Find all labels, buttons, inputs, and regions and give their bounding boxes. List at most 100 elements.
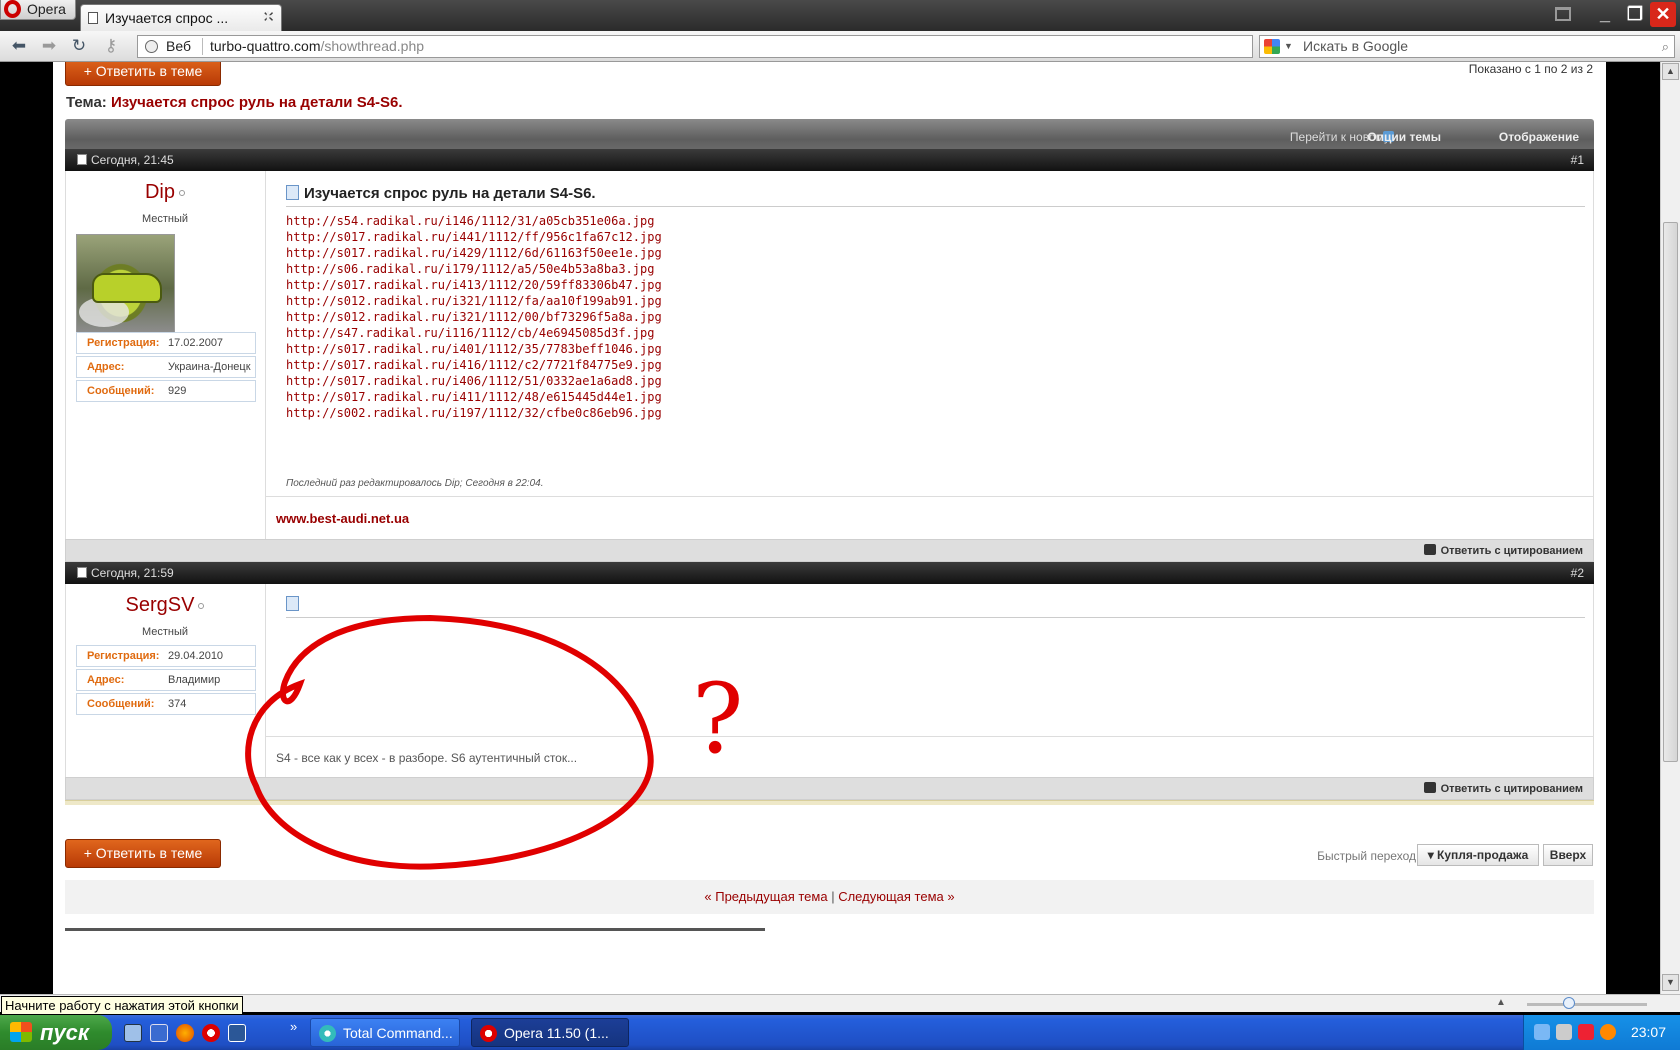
display-mode-menu[interactable]: Отображение <box>1499 130 1579 144</box>
info-registration: Регистрация: 29.04.2010 <box>76 645 256 667</box>
search-icon[interactable]: ⌕ <box>1662 36 1669 57</box>
post-title <box>286 596 304 613</box>
info-key: Сообщений: <box>87 698 155 710</box>
thread-options-menu[interactable]: Опции темы <box>1367 130 1441 144</box>
image-link[interactable]: http://s017.radikal.ru/i401/1112/35/7783… <box>286 341 662 357</box>
address-bar: ⬅ ➡ ↻ ⚷ Веб turbo-quattro.com/showthread… <box>0 31 1680 62</box>
word-icon[interactable] <box>228 1024 246 1042</box>
trash-icon[interactable] <box>1555 7 1571 21</box>
status-bar: ▲ <box>0 994 1680 1012</box>
image-link[interactable]: http://s47.radikal.ru/i116/1112/cb/4e694… <box>286 325 662 341</box>
minimize-button[interactable]: _ <box>1592 2 1618 27</box>
image-link[interactable]: http://s017.radikal.ru/i411/1112/48/e615… <box>286 389 662 405</box>
url-path: /showthread.php <box>320 38 425 54</box>
zoom-slider[interactable] <box>1527 1003 1647 1006</box>
new-tab-button[interactable]: + <box>262 6 274 29</box>
quick-nav-value: Купля-продажа <box>1437 848 1529 862</box>
scroll-thumb[interactable] <box>1663 222 1678 762</box>
volume-icon[interactable] <box>1578 1024 1594 1040</box>
image-link[interactable]: http://s002.radikal.ru/i197/1112/32/cfbe… <box>286 405 662 421</box>
user-title: Местный <box>141 213 189 225</box>
opera-menu-button[interactable]: Opera <box>0 0 76 20</box>
image-link[interactable]: http://s017.radikal.ru/i416/1112/c2/7721… <box>286 357 662 373</box>
user-title: Местный <box>141 626 189 638</box>
thread-title-text[interactable]: Изучается спрос руль на детали S4-S6. <box>111 94 403 111</box>
edited-note: Последний раз редактировалось Dip; Сегод… <box>286 478 544 489</box>
image-link[interactable]: http://s012.radikal.ru/i321/1112/00/bf73… <box>286 309 662 325</box>
info-value: 29.04.2010 <box>168 650 224 662</box>
pagination-info: Показано с 1 по 2 из 2 <box>1468 62 1593 76</box>
quick-nav-select[interactable]: ▾ Купля-продажа <box>1417 844 1539 866</box>
info-address: Адрес: Владимир <box>76 669 256 691</box>
username[interactable]: SergSV <box>66 594 264 617</box>
post-footer: Ответить с цитированием <box>65 539 1594 562</box>
google-icon[interactable] <box>1264 39 1280 54</box>
update-icon[interactable] <box>1600 1024 1616 1040</box>
key-icon[interactable]: ⚷ <box>100 35 122 57</box>
url-field[interactable]: Веб turbo-quattro.com/showthread.php <box>137 35 1253 58</box>
username-text[interactable]: Dip <box>145 181 175 203</box>
chevron-right-icon[interactable]: » <box>290 1019 297 1034</box>
reload-icon[interactable]: ↻ <box>68 35 90 57</box>
close-window-button[interactable]: ✕ <box>1650 2 1676 27</box>
search-input[interactable]: ▼ Искать в Google ⌕ <box>1259 35 1675 58</box>
page-viewport: + Ответить в теме Показано с 1 по 2 из 2… <box>0 62 1660 994</box>
firefox-icon[interactable] <box>176 1024 194 1042</box>
reply-with-quote-button[interactable]: Ответить с цитированием <box>1423 544 1583 557</box>
info-key: Сообщений: <box>87 385 155 397</box>
image-link[interactable]: http://s06.radikal.ru/i179/1112/a5/50e4b… <box>286 261 662 277</box>
image-link[interactable]: http://s017.radikal.ru/i429/1112/6d/6116… <box>286 245 662 261</box>
post-content <box>276 584 1595 734</box>
status-arrow-icon[interactable]: ▲ <box>1496 997 1506 1008</box>
opera-icon[interactable] <box>202 1024 220 1042</box>
system-tray: 23:07 <box>1523 1015 1680 1050</box>
image-link[interactable]: http://s017.radikal.ru/i406/1112/51/0332… <box>286 373 662 389</box>
image-link[interactable]: http://s54.radikal.ru/i146/1112/31/a05cb… <box>286 213 662 229</box>
avatar[interactable] <box>76 234 175 333</box>
image-link[interactable]: http://s012.radikal.ru/i321/1112/fa/aa10… <box>286 293 662 309</box>
scroll-up-icon[interactable]: ▲ <box>1662 63 1679 80</box>
vertical-scrollbar[interactable]: ▲ ▼ <box>1660 62 1680 994</box>
post-title-icon <box>286 596 299 611</box>
post-title-text: Изучается спрос руль на детали S4-S6. <box>304 185 596 202</box>
username[interactable]: Dip <box>66 181 264 204</box>
maximize-button[interactable]: ❐ <box>1622 2 1648 27</box>
signature-link[interactable]: www.best-audi.net.ua <box>276 511 409 526</box>
zoom-slider-knob[interactable] <box>1563 997 1575 1009</box>
image-link[interactable]: http://s017.radikal.ru/i441/1112/ff/956c… <box>286 229 662 245</box>
quick-nav-label: Быстрый переход <box>1317 849 1416 863</box>
avatar-car <box>92 273 162 303</box>
username-text[interactable]: SergSV <box>126 594 195 616</box>
back-icon[interactable]: ⬅ <box>8 35 30 57</box>
tab-active[interactable]: Изучается спрос ... ✕ <box>80 4 282 32</box>
tools-icon[interactable] <box>1556 1024 1572 1040</box>
reply-thread-button[interactable]: + Ответить в теме <box>65 62 221 86</box>
prev-thread-link[interactable]: « Предыдущая тема <box>704 889 827 904</box>
chevron-down-icon[interactable]: ▼ <box>1284 36 1293 57</box>
taskbar-item-opera[interactable]: Opera 11.50 (1... <box>471 1018 629 1047</box>
url-prefix: Веб <box>166 38 191 54</box>
start-button[interactable]: пуск <box>0 1015 112 1050</box>
url-text: turbo-quattro.com/showthread.php <box>210 36 424 57</box>
post-number[interactable]: #1 <box>1571 149 1584 171</box>
post-number[interactable]: #2 <box>1571 562 1584 584</box>
network-icon[interactable] <box>1534 1024 1550 1040</box>
info-value: Владимир <box>168 674 221 686</box>
taskbar-item-total-commander[interactable]: Total Command... <box>310 1018 460 1047</box>
opera-menu-label: Opera <box>27 1 66 17</box>
reply-with-quote-button[interactable]: Ответить с цитированием <box>1423 782 1583 795</box>
reply-thread-button[interactable]: + Ответить в теме <box>65 839 221 868</box>
back-to-top-button[interactable]: Вверх <box>1543 844 1593 866</box>
post-header: Сегодня, 21:59 #2 <box>65 562 1594 584</box>
scroll-down-icon[interactable]: ▼ <box>1662 974 1679 991</box>
info-key: Адрес: <box>87 361 125 373</box>
post-title-icon <box>286 185 299 200</box>
next-thread-link[interactable]: Следующая тема » <box>838 889 954 904</box>
forward-icon[interactable]: ➡ <box>38 35 60 57</box>
thread-navigation: « Предыдущая тема | Следующая тема » <box>65 880 1594 914</box>
image-link[interactable]: http://s017.radikal.ru/i413/1112/20/59ff… <box>286 277 662 293</box>
show-desktop-icon[interactable] <box>124 1024 142 1042</box>
save-icon[interactable] <box>150 1024 168 1042</box>
info-address: Адрес: Украина-Донецк <box>76 356 256 378</box>
clock[interactable]: 23:07 <box>1631 1015 1666 1050</box>
